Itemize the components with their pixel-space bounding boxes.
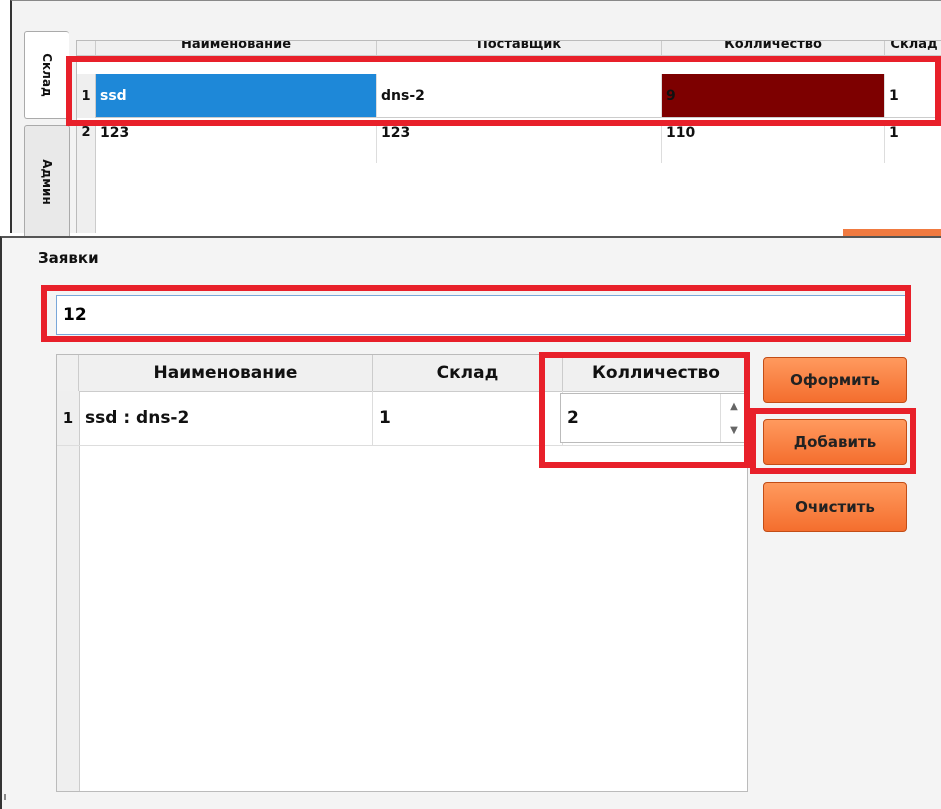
- cell-quantity[interactable]: 110: [662, 123, 885, 163]
- col-header-quantity[interactable]: Колличество: [563, 355, 749, 391]
- quantity-value[interactable]: 2: [561, 408, 720, 428]
- add-button[interactable]: Добавить: [763, 419, 907, 465]
- cell-warehouse[interactable]: 1: [373, 391, 563, 445]
- table-row[interactable]: 1 ssd dns-2 9 1: [77, 74, 941, 118]
- col-header-quantity[interactable]: Колличество: [662, 41, 885, 55]
- request-number-input[interactable]: [56, 295, 906, 335]
- row-number: 1: [77, 74, 96, 118]
- corner-cell: [77, 41, 96, 55]
- spin-arrows: ▲ ▼: [720, 394, 747, 442]
- tab-warehouse[interactable]: Склад: [24, 31, 69, 119]
- arrow-up-icon[interactable]: ▲: [721, 394, 747, 418]
- cell-name[interactable]: 123: [96, 123, 377, 163]
- cell-name[interactable]: ssd: [96, 74, 377, 118]
- tab-admin-label: Админ: [40, 159, 54, 205]
- row-number-column: [77, 163, 96, 233]
- clear-button[interactable]: Очистить: [763, 482, 907, 532]
- table-row[interactable]: 2 123 123 110 1: [77, 123, 941, 165]
- corner-cell: [57, 355, 79, 391]
- cell-warehouse[interactable]: 1: [885, 74, 941, 118]
- requests-title: Заявки: [38, 249, 99, 267]
- tab-warehouse-label: Склад: [40, 53, 54, 97]
- cell-supplier[interactable]: 123: [377, 123, 662, 163]
- requests-table-header: Наименование Склад Колличество: [57, 355, 747, 392]
- cell-supplier[interactable]: dns-2: [377, 74, 662, 118]
- warehouse-table-header: Наименование Поставщик Колличество Склад: [77, 41, 941, 56]
- tab-admin[interactable]: Админ: [24, 125, 70, 239]
- row-number: 1: [62, 409, 74, 427]
- cell-quantity[interactable]: 9: [662, 74, 885, 118]
- col-header-warehouse[interactable]: Склад: [885, 41, 941, 55]
- cell-name[interactable]: ssd : dns-2: [79, 391, 373, 445]
- row-number: 2: [77, 123, 96, 165]
- arrow-down-icon[interactable]: ▼: [721, 418, 747, 442]
- quantity-spinbox[interactable]: 2 ▲ ▼: [560, 393, 748, 443]
- col-header-name[interactable]: Наименование: [79, 355, 373, 391]
- col-header-warehouse[interactable]: Склад: [373, 355, 563, 391]
- resize-grip[interactable]: [4, 794, 12, 800]
- cell-warehouse[interactable]: 1: [885, 123, 941, 163]
- warehouse-table: Наименование Поставщик Колличество Склад…: [76, 40, 941, 233]
- col-header-name[interactable]: Наименование: [96, 41, 377, 55]
- submit-button[interactable]: Оформить: [763, 357, 907, 403]
- col-header-supplier[interactable]: Поставщик: [377, 41, 662, 55]
- row-number-column: [57, 391, 80, 791]
